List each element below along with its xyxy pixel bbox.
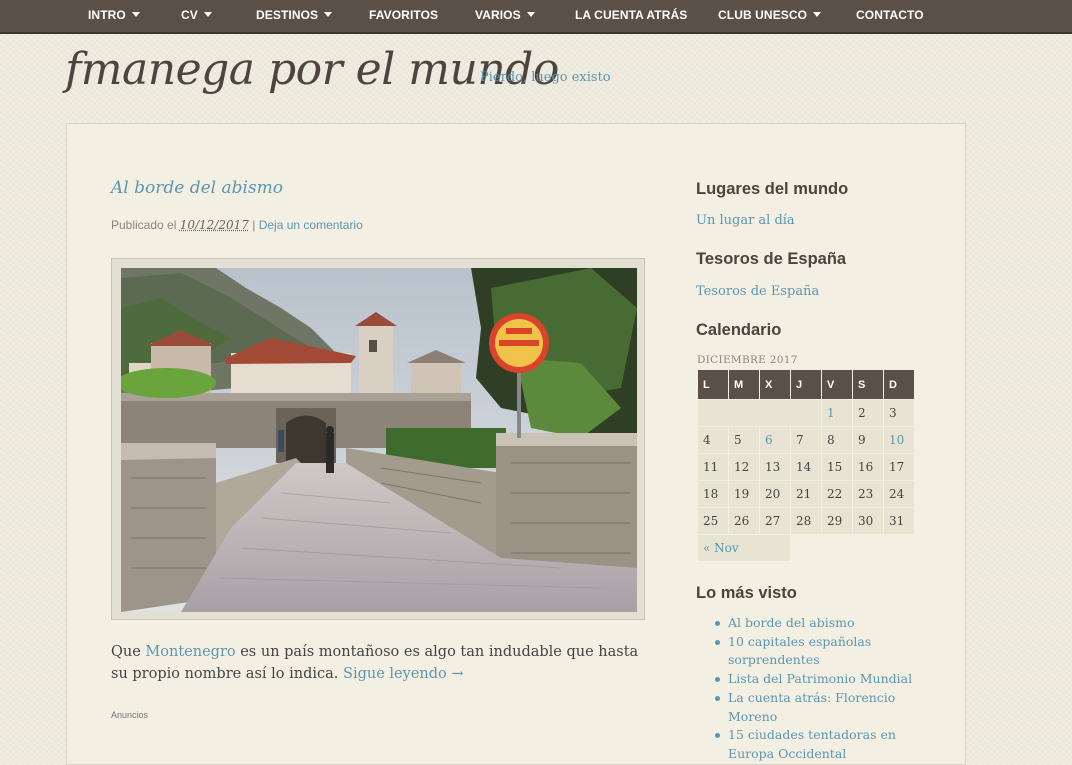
site-tagline: Pierdo, luego existo [480,70,611,85]
popular-post-link[interactable]: Lista del Patrimonio Mundial [713,670,923,689]
comment-link[interactable]: Deja un comentario [259,218,363,232]
calendar-day[interactable]: 6 [760,427,790,453]
calendar-day: 20 [760,481,790,507]
weekday-header: V [822,370,852,399]
widget-title-calendario: Calendario [696,321,782,339]
nav-item-favoritos[interactable]: FAVORITOS [369,0,438,32]
post-image[interactable] [121,268,637,612]
calendar-day: 26 [729,508,759,534]
widget-title-lo-mas-visto: Lo más visto [696,584,797,602]
calendar-day: 9 [853,427,883,453]
meta-separator: | [252,218,256,232]
calendar-day: 22 [822,481,852,507]
calendar-pad [698,400,821,426]
calendar-day: 7 [791,427,821,453]
weekday-header: J [791,370,821,399]
calendar-day: 24 [884,481,914,507]
calendar-day: 2 [853,400,883,426]
calendar-day: 27 [760,508,790,534]
calendar-day: 30 [853,508,883,534]
calendar-day: 17 [884,454,914,480]
weekday-header: D [884,370,914,399]
calendar-day[interactable]: 10 [884,427,914,453]
nav-label: FAVORITOS [369,8,439,22]
calendar-day: 31 [884,508,914,534]
popular-post-link[interactable]: Al borde del abismo [713,614,923,633]
calendar-day: 29 [822,508,852,534]
chevron-down-icon [203,12,212,17]
calendar-day: 28 [791,508,821,534]
nav-item-intro[interactable]: INTRO [88,0,140,32]
calendar-day: 13 [760,454,790,480]
post-image-frame [111,258,645,620]
popular-post-link[interactable]: 15 ciudades tentadoras en Europa Occiden… [713,726,923,763]
popular-post-link[interactable]: La cuenta atrás: Florencio Moreno [713,689,923,726]
weekday-header: L [698,370,728,399]
calendar-day: 14 [791,454,821,480]
nav-item-destinos[interactable]: DESTINOS [256,0,333,32]
calendar-caption: DICIEMBRE 2017 [697,354,798,366]
post-excerpt: Que Montenegro es un país montañoso es a… [111,641,641,685]
nav-item-cv[interactable]: CV [181,0,212,32]
calendar-day: 12 [729,454,759,480]
nav-label: VARIOS [475,8,521,22]
chevron-down-icon [131,12,140,17]
chevron-down-icon [324,12,333,17]
calendar-day: 23 [853,481,883,507]
widget-link-lugar-dia[interactable]: Un lugar al día [696,213,795,228]
nav-label: CV [181,8,198,22]
nav-item-varios[interactable]: VARIOS [475,0,535,32]
chevron-down-icon [813,12,822,17]
widget-title-lugares: Lugares del mundo [696,180,849,198]
nav-item-la-cuenta-atras[interactable]: LA CUENTA ATRÁS [575,0,687,32]
main-nav: INTRO CV DESTINOS FAVORITOS VARIOS LA CU… [0,0,1072,34]
post-date[interactable]: 10/12/2017 [180,218,249,232]
calendar-day: 3 [884,400,914,426]
calendar-pad [791,535,914,561]
calendar-day: 16 [853,454,883,480]
ads-label: Anuncios [111,710,149,720]
calendar-day[interactable]: 1 [822,400,852,426]
calendar-day: 5 [729,427,759,453]
calendar-day: 19 [729,481,759,507]
popular-posts-list: Al borde del abismo 10 capitales español… [713,614,923,764]
nav-label: INTRO [88,8,126,22]
excerpt-before: Que [111,644,141,660]
calendar-day: 18 [698,481,728,507]
read-more-link[interactable]: Sigue leyendo → [343,666,463,682]
montenegro-link[interactable]: Montenegro [145,644,235,660]
weekday-header: S [853,370,883,399]
calendar-prev-month-link[interactable]: « Nov [698,535,790,561]
nav-label: LA CUENTA ATRÁS [575,8,688,22]
calendar-day: 25 [698,508,728,534]
nav-label: DESTINOS [256,8,319,22]
weekday-header: M [729,370,759,399]
calendar-day: 15 [822,454,852,480]
calendar-table: L M X J V S D 1 2 3 4 5 6 7 8 9 10 11 12… [697,369,915,562]
nav-label: CONTACTO [856,8,924,22]
meta-prefix: Publicado el [111,218,177,232]
calendar-day: 4 [698,427,728,453]
widget-link-tesoros[interactable]: Tesoros de España [696,284,819,299]
widget-title-tesoros: Tesoros de España [696,250,847,268]
post-title[interactable]: Al borde del abismo [111,178,283,198]
calendar-day: 21 [791,481,821,507]
weekday-header: X [760,370,790,399]
chevron-down-icon [526,12,535,17]
calendar-day: 8 [822,427,852,453]
nav-item-contacto[interactable]: CONTACTO [856,0,924,32]
post-meta: Publicado el 10/12/2017 | Deja un coment… [111,218,363,232]
nav-item-club-unesco[interactable]: CLUB UNESCO [718,0,822,32]
popular-post-link[interactable]: 10 capitales españolas sorprendentes [713,633,923,670]
calendar-day: 11 [698,454,728,480]
nav-label: CLUB UNESCO [718,8,808,22]
